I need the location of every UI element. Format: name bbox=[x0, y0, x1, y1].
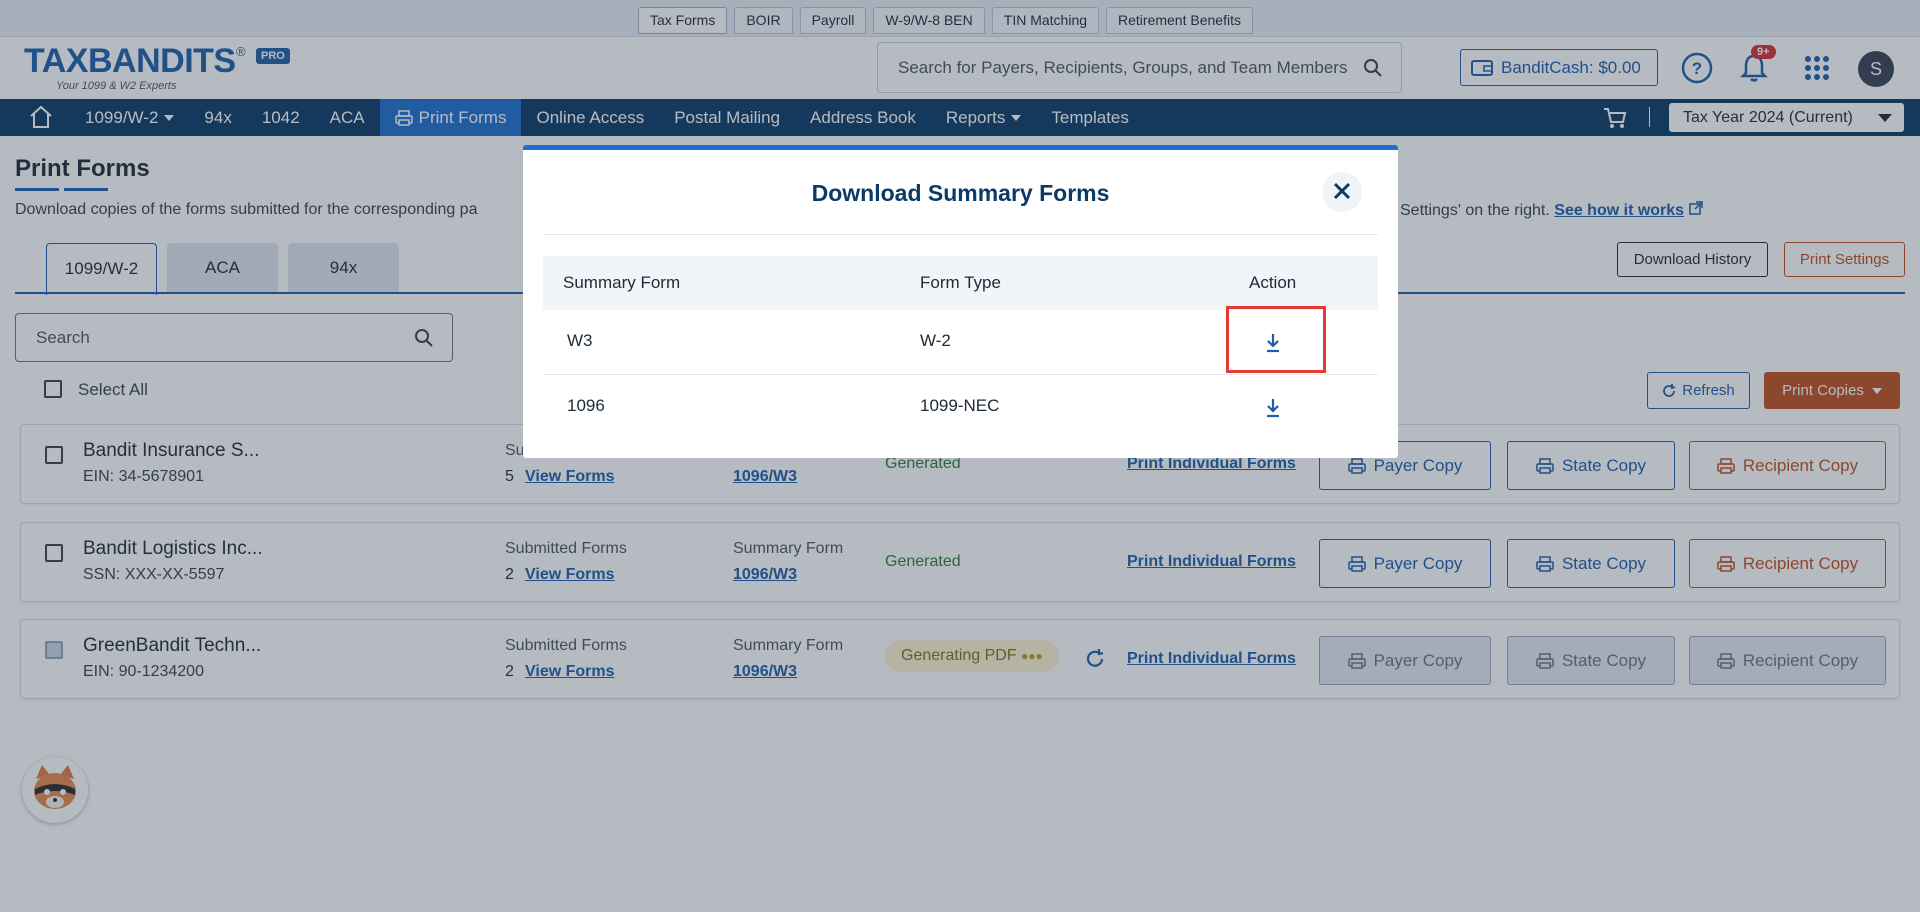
dialog-title: Download Summary Forms bbox=[811, 180, 1110, 206]
dialog-divider bbox=[543, 234, 1378, 235]
summary-form-cell: 1096 bbox=[567, 396, 605, 415]
column-header-action: Action bbox=[1249, 273, 1297, 292]
download-summary-forms-dialog: Download Summary Forms Summary Form Form… bbox=[523, 145, 1398, 458]
column-header-form-type: Form Type bbox=[920, 273, 1001, 292]
form-type-cell: W-2 bbox=[920, 331, 951, 350]
close-icon bbox=[1333, 182, 1351, 199]
summary-table-header: Summary Form Form Type Action bbox=[543, 256, 1378, 310]
form-type-cell: 1099-NEC bbox=[920, 396, 1000, 415]
summary-form-cell: W3 bbox=[567, 331, 593, 350]
table-row: 1096 1099-NEC bbox=[543, 375, 1378, 440]
column-header-summary-form: Summary Form bbox=[563, 273, 681, 292]
download-icon bbox=[1267, 399, 1279, 418]
close-dialog-button[interactable] bbox=[1322, 172, 1362, 212]
highlight-box bbox=[1226, 306, 1326, 373]
download-1096-button[interactable] bbox=[1260, 395, 1286, 421]
